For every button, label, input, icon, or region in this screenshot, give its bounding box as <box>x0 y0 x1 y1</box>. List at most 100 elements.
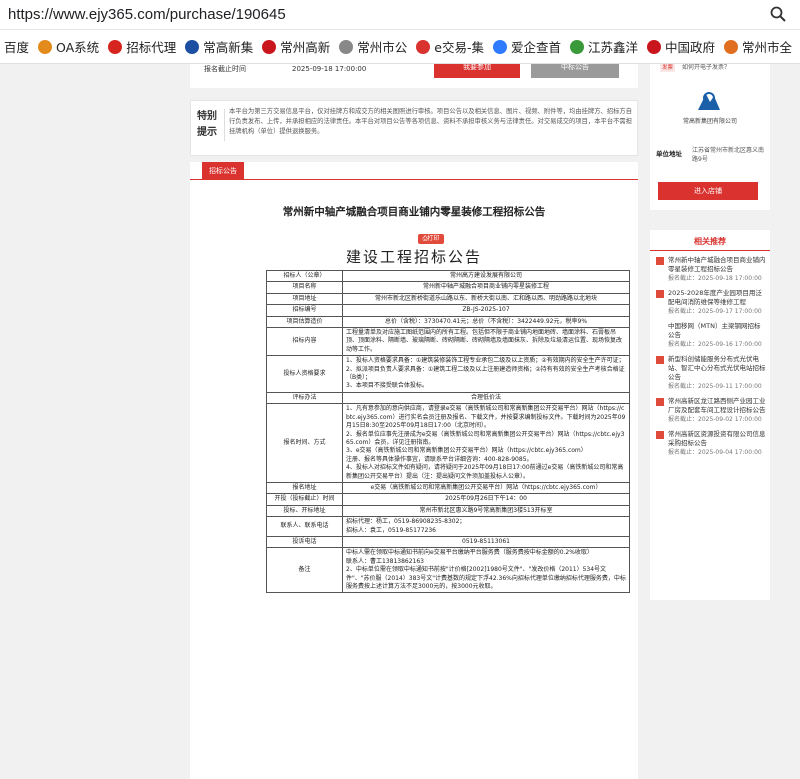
row-value: 总价（含税）：3730470.41元；总价（不含税）：3422449.92元，税… <box>342 315 630 329</box>
row-key: 开投（投标截止）时间 <box>266 493 343 506</box>
bookmark-favicon-icon <box>185 39 200 54</box>
table-row: 招标内容 工程量清单及对应施工图纸范围内的所有工程。包括但不限于商业铺内地面地砖、… <box>266 327 630 357</box>
deadline-value: 2025-09-18 17:00:00 <box>292 65 367 73</box>
invoice-question-link[interactable]: 如何开电子发票？ <box>682 64 730 72</box>
table-row: 报名时间、方式 1、凡有意参加的意向供应商，请登录e交易（高铁新城公司和常高新集团… <box>266 403 630 483</box>
article-panel: 招标公告 常州新中轴产城融合项目商业铺内零星装修工程招标公告 ⎙打印 建设工程招… <box>190 162 638 779</box>
bookmark-item[interactable]: 招标代理 <box>104 37 181 56</box>
related-item-title[interactable]: 2025-2028年度产业园项目用泛配电间消防维保等维修工程 <box>668 289 766 307</box>
related-item-deadline: 报名截止：2025-09-02 17:00:00 <box>668 416 762 423</box>
table-row: 备注 中标人需在领取中标通知书前向e交易平台缴纳平台服务费（服务费按中标金额的0.… <box>266 547 630 594</box>
bookmark-label: 中国政府 <box>664 40 715 55</box>
row-value: 常州市新北区惠义路9号常高新集团3楼513开标室 <box>342 504 630 518</box>
table-row: 项目名称 常州新中轴产城融合项目商业铺内零星装修工程 <box>266 281 630 294</box>
bookmark-label: OA系统 <box>56 40 100 55</box>
bookmark-item[interactable]: 爱企查首 <box>489 37 566 56</box>
award-notice-button[interactable]: 中标公告 <box>531 64 619 78</box>
bookmark-label: 常州高新 <box>280 40 331 55</box>
notice-icon <box>656 356 664 364</box>
related-item-title[interactable]: 常州高新区资源投资有限公司信息采购招标公告 <box>668 430 766 448</box>
row-value: ZB-JS-2025-107 <box>342 304 630 317</box>
enter-shop-button[interactable]: 进入店铺 <box>658 182 758 200</box>
magnifier-icon[interactable] <box>770 6 786 26</box>
related-item[interactable]: 新型科创储能服务分布式光伏电站、智汇中心分布式光伏电站招标公告 报名截止：2025… <box>656 355 766 391</box>
table-row: 投标、开标地址 常州市新北区惠义路9号常高新集团3楼513开标室 <box>266 504 630 518</box>
table-row: 评标办法 合理低价法 <box>266 391 630 405</box>
bookmark-favicon-icon <box>416 39 431 54</box>
row-key: 评标办法 <box>266 391 343 405</box>
related-item-title[interactable]: 新型科创储能服务分布式光伏电站、智汇中心分布式光伏电站招标公告 <box>668 355 766 382</box>
related-item[interactable]: 中国移网（MTN）主梁钢网招标公告 报名截止：2025-09-16 17:00:0… <box>656 322 766 349</box>
invoice-badge: 发票 <box>660 64 676 72</box>
related-item-deadline: 报名截止：2025-09-04 17:00:00 <box>668 449 762 456</box>
row-value: e交易（高铁新城公司和常高新集团公开交易平台）网站（https://cbtc.e… <box>342 481 630 495</box>
url-text[interactable]: https://www.ejy365.com/purchase/190645 <box>8 6 286 23</box>
bookmarks-bar: 百度 OA系统 招标代理 常高新集 常州高新 常州市公 e交易-集 爱企查首 江苏鑫洋 中国政府 常… <box>0 30 800 64</box>
row-key: 投标人资格要求 <box>266 355 343 393</box>
unit-address-label: 单位地址 <box>656 150 682 158</box>
row-key: 联系人、联系电话 <box>266 516 343 537</box>
related-item-deadline: 报名截止：2025-09-11 17:00:00 <box>668 383 762 390</box>
company-name: 常高新集团有限公司 <box>682 118 737 125</box>
tab-bid-notice[interactable]: 招标公告 <box>202 162 244 180</box>
related-item-deadline: 报名截止：2025-09-18 17:00:00 <box>668 275 762 282</box>
deadline-label: 报名截止时间 <box>204 65 246 73</box>
special-notice-box: 特别提示 本平台为第三方交易信息平台，仅对挂牌方和成交方的相关图照进行审核。项目… <box>190 100 638 156</box>
table-row: 项目地址 常州市新北区新桥街道乐山路以东、新桥大街以南、汇和路以西、明劲路路以北地… <box>266 292 630 306</box>
row-value: 常州新中轴产城融合项目商业铺内零星装修工程 <box>342 281 630 294</box>
row-key: 项目估算造价 <box>266 315 343 329</box>
related-item-title[interactable]: 常州新中轴产城融合项目商业铺内零星装修工程招标公告 <box>668 256 766 274</box>
table-row: 招标人（公章） 常州高方建设发展有限公司 <box>266 269 630 283</box>
row-value: 常州市新北区新桥街道乐山路以东、新桥大街以南、汇和路以西、明劲路路以北地块 <box>342 292 630 306</box>
print-label: 打印 <box>427 235 440 242</box>
print-button[interactable]: ⎙打印 <box>418 234 444 244</box>
related-list: 常州新中轴产城融合项目商业铺内零星装修工程招标公告 报名截止：2025-09-18… <box>656 256 766 463</box>
unit-address-value: 江苏省常州市新北区惠义南路9号 <box>692 147 765 163</box>
row-key: 投诉电话 <box>266 535 343 549</box>
special-notice-title: 特别提示 <box>197 109 225 141</box>
address-bar[interactable]: https://www.ejy365.com/purchase/190645 <box>0 0 800 30</box>
row-value: 中标人需在领取中标通知书前向e交易平台缴纳平台服务费（服务费按中标金额的0.2%… <box>342 547 630 594</box>
bookmark-favicon-icon <box>569 39 584 54</box>
related-item[interactable]: 2025-2028年度产业园项目用泛配电间消防维保等维修工程 报名截止：2025-… <box>656 289 766 316</box>
bookmark-item[interactable]: 中国政府 <box>643 37 720 56</box>
bookmark-item[interactable]: e交易-集 <box>412 37 489 56</box>
row-key: 项目地址 <box>266 292 343 306</box>
bookmark-item[interactable]: 常州市公 <box>335 37 412 56</box>
table-row: 项目估算造价 总价（含税）：3730470.41元；总价（不含税）：3422449… <box>266 315 630 329</box>
row-value: 招标代理：杨工，0519-86908235-8302； 招标人：袁工，0519-… <box>342 516 630 537</box>
related-item[interactable]: 常州新中轴产城融合项目商业铺内零星装修工程招标公告 报名截止：2025-09-18… <box>656 256 766 283</box>
bookmark-label: 爱企查首 <box>510 40 561 55</box>
bookmark-favicon-icon <box>262 39 277 54</box>
related-item-title[interactable]: 常州高新区龙江路西侧产业园工业厂房及配套车间工程设计招标公告 <box>668 397 766 415</box>
related-item[interactable]: 常州高新区资源投资有限公司信息采购招标公告 报名截止：2025-09-04 17:… <box>656 430 766 457</box>
row-key: 招标编号 <box>266 304 343 317</box>
bookmark-item[interactable]: 江苏鑫洋 <box>566 37 643 56</box>
row-value: 0519-85113061 <box>342 535 630 549</box>
related-item[interactable]: 常州高新区龙江路西侧产业园工业厂房及配套车间工程设计招标公告 报名截止：2025-… <box>656 397 766 424</box>
table-row: 报名地址 e交易（高铁新城公司和常高新集团公开交易平台）网站（https://cb… <box>266 481 630 495</box>
bookmark-item[interactable]: OA系统 <box>34 37 104 56</box>
notice-icon <box>656 398 664 406</box>
bookmark-item[interactable]: 常州市全 <box>720 37 797 56</box>
row-key: 投标、开标地址 <box>266 504 343 518</box>
row-value: 合理低价法 <box>342 391 630 405</box>
company-logo <box>696 90 722 116</box>
related-item-title[interactable]: 中国移网（MTN）主梁钢网招标公告 <box>668 322 766 340</box>
row-key: 备注 <box>266 547 343 594</box>
bookmark-favicon-icon <box>108 39 123 54</box>
related-item-deadline: 报名截止：2025-09-16 17:00:00 <box>668 341 762 348</box>
bookmark-item[interactable]: 常高新集 <box>181 37 258 56</box>
bookmark-item[interactable]: 常州高新 <box>258 37 335 56</box>
bookmark-item[interactable]: 百度 <box>0 37 34 56</box>
bookmark-label: 江苏鑫洋 <box>587 40 638 55</box>
row-value: 1、凡有意参加的意向供应商，请登录e交易（高铁新城公司和常高新集团公开交易平台）… <box>342 403 630 483</box>
company-card: 发票 如何开电子发票？ 常高新集团有限公司 单位地址 江苏省常州市新北区惠义南路… <box>650 64 770 210</box>
bookmark-label: 常高新集 <box>203 40 254 55</box>
notice-table-wrap: 招标人（公章） 常州高方建设发展有限公司 项目名称 常州新中轴产城融合项目商业铺内零星… <box>190 269 630 594</box>
signup-button[interactable]: 我要参加 <box>434 64 520 78</box>
special-notice-text: 本平台为第三方交易信息平台，仅对挂牌方和成交方的相关图照进行审核。项目公告以及相… <box>229 108 632 135</box>
bookmark-favicon-icon <box>646 39 661 54</box>
notice-icon <box>656 290 664 298</box>
bookmark-favicon-icon <box>724 39 738 54</box>
